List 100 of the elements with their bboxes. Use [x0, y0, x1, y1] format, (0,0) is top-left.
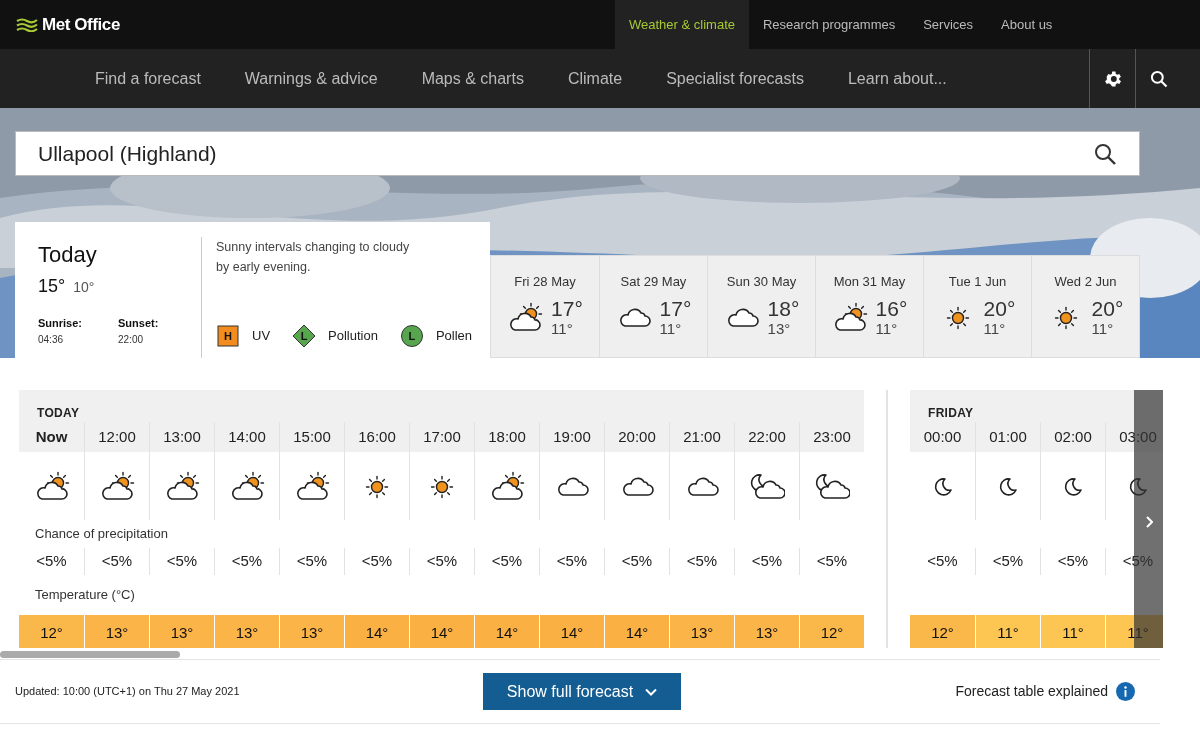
hour-label: Now [35, 426, 68, 447]
hour-label: 17:00 [423, 426, 461, 447]
index-label: Pollution [328, 327, 378, 346]
hour-label: 20:00 [618, 426, 656, 447]
forecast-summary: Sunny intervals changing to cloudy by early evening. [216, 239, 411, 276]
precipitation-chance: <5% [426, 551, 458, 572]
sun-behind-cloud-icon [489, 471, 525, 501]
index-badge: H [216, 324, 240, 348]
sunset-label: Sunset: [118, 316, 159, 331]
precipitation-chance: <5% [166, 551, 198, 572]
main-nav-link[interactable]: Specialist forecasts [666, 66, 804, 91]
temperature-cell: 12° [19, 615, 84, 648]
main-nav-link[interactable]: Warnings & advice [244, 66, 378, 91]
index-label: Pollen [435, 327, 473, 346]
low-temperature: 11° [875, 320, 898, 336]
temperature-cell: 13° [84, 615, 149, 648]
day-label: FRIDAY [928, 405, 974, 422]
precipitation-chance: <5% [231, 551, 263, 572]
today-title: Today [38, 241, 98, 269]
temperature-cell: 13° [734, 615, 799, 648]
sunrise-label: Sunrise: [38, 316, 82, 331]
precipitation-chance: <5% [751, 551, 783, 572]
search-icon [1148, 68, 1169, 89]
precipitation-chance: <5% [686, 551, 718, 572]
high-temperature: 18° [767, 297, 800, 319]
moon-behind-cloud-icon [814, 471, 850, 501]
temperature-cell: 14° [474, 615, 539, 648]
hour-label: 21:00 [683, 426, 721, 447]
sun-behind-cloud-icon [507, 301, 544, 332]
day-date: Tue 1 Jun [948, 273, 1007, 291]
main-nav-link[interactable]: Find a forecast [95, 66, 201, 91]
precipitation-chance: <5% [621, 551, 653, 572]
low-temperature: 11° [551, 320, 573, 336]
chevron-down-icon [645, 687, 658, 696]
hour-label: 16:00 [358, 426, 396, 447]
updated-time: Updated: 10:00 (UTC+1) on Thu 27 May 2021 [15, 684, 241, 700]
precipitation-chance: <5% [992, 551, 1024, 572]
precipitation-chance: <5% [927, 551, 958, 572]
temperature-cell: 14° [604, 615, 669, 648]
temperature-cell: 13° [669, 615, 734, 648]
high-temperature: 15° [38, 275, 66, 298]
index-badge: L [292, 324, 317, 348]
sunset-time: 22:00 [118, 332, 145, 347]
main-nav-link[interactable]: Learn about... [847, 66, 947, 91]
low-temperature: 11° [1091, 320, 1114, 336]
search-icon [1093, 141, 1117, 166]
hour-label: 13:00 [163, 426, 201, 447]
logo-text: Met Office [42, 13, 120, 36]
sun-behind-cloud-icon [229, 471, 265, 501]
hour-label: 01:00 [989, 426, 1027, 447]
index-label: UV [252, 327, 271, 346]
moon-behind-cloud-icon [749, 471, 785, 501]
hour-label: 12:00 [98, 426, 136, 447]
sunrise-time: 04:36 [38, 332, 65, 347]
high-temperature: 17° [551, 297, 583, 319]
main-nav-link[interactable]: Maps & charts [421, 66, 524, 91]
top-nav-link[interactable]: Weather & climate [615, 0, 749, 49]
precipitation-chance: <5% [296, 551, 328, 572]
low-temperature: 11° [983, 320, 1006, 336]
row-label: Temperature (°C) [35, 586, 135, 605]
top-nav-link[interactable]: Research programmes [748, 0, 910, 49]
temperature-cell: 14° [539, 615, 604, 648]
hour-label: 15:00 [293, 426, 331, 447]
day-date: Wed 2 Jun [1054, 273, 1117, 291]
top-nav-link[interactable]: Services [909, 0, 988, 49]
scrollbar-thumb[interactable] [0, 651, 180, 658]
precipitation-chance: <5% [101, 551, 133, 572]
temperature-cell: 11° [1040, 615, 1105, 648]
high-temperature: 20° [1091, 297, 1124, 319]
hour-label: 23:00 [813, 426, 851, 447]
day-date: Sat 29 May [620, 273, 687, 291]
low-temperature: 13° [767, 320, 791, 336]
main-nav-link[interactable]: Climate [567, 66, 623, 91]
day-label: TODAY [37, 405, 80, 422]
temperature-cell: 13° [279, 615, 344, 648]
sun-behind-cloud-icon [99, 471, 135, 501]
temperature-cell: 12° [799, 615, 864, 648]
hour-label: 22:00 [748, 426, 786, 447]
low-temperature: 10° [73, 278, 95, 297]
temperature-cell: 13° [214, 615, 279, 648]
sun-behind-cloud-icon [294, 471, 330, 501]
forecast-table-explained-link[interactable]: Forecast table explained [955, 681, 1108, 702]
show-full-forecast-button[interactable]: Show full forecast [483, 673, 681, 710]
location-search-field[interactable]: Ullapool (Highland) [15, 131, 1140, 176]
day-date: Mon 31 May [833, 273, 906, 291]
temperature-cell: 11° [975, 615, 1040, 648]
temperature-cell: 12° [910, 615, 975, 648]
precipitation-chance: <5% [361, 551, 393, 572]
hour-label: 14:00 [228, 426, 266, 447]
sun-behind-cloud-icon [164, 471, 200, 501]
top-nav-link[interactable]: About us [987, 0, 1067, 49]
precipitation-chance: <5% [1057, 551, 1089, 572]
hour-label: 18:00 [488, 426, 526, 447]
index-badge: L [399, 324, 424, 348]
logo-icon [16, 17, 38, 32]
hour-label: 02:00 [1054, 426, 1092, 447]
high-temperature: 16° [875, 297, 908, 319]
hour-label: 19:00 [553, 426, 591, 447]
low-temperature: 11° [659, 320, 682, 336]
chevron-right-icon [1144, 516, 1153, 528]
